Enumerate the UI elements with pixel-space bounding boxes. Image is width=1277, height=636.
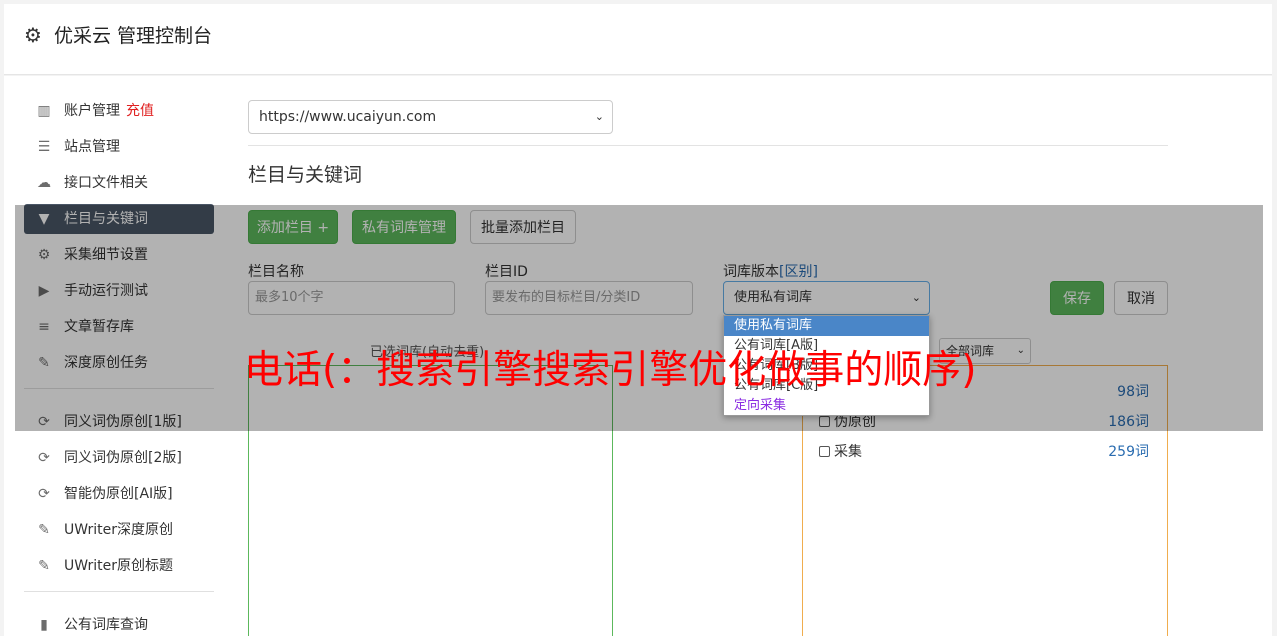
sidebar-item-label: 公有词库查询 [64,617,148,633]
dropdown-option[interactable]: 公有词库[B版] [724,356,929,376]
app-title: 优采云 管理控制台 [54,25,213,47]
sidebar-item-label: 智能伪原创[AI版] [64,486,173,502]
sidebar-item-public-lib-query[interactable]: ▮ 公有词库查询 [24,610,214,636]
sidebar-item-label: UWriter原创标题 [64,558,173,574]
lib-item-count: 259词 [1108,444,1149,460]
lib-item[interactable]: 采集 259词 [819,442,1149,462]
sidebar-item-label: 站点管理 [64,139,120,155]
sidebar-item-label: UWriter深度原创 [64,522,173,538]
chevron-down-icon: ⌄ [594,110,604,123]
divider [248,145,1168,146]
sidebar-item-uwriter-title[interactable]: ✎ UWriter原创标题 [24,551,214,581]
recharge-link[interactable]: 充值 [126,103,154,119]
bar-chart-icon: ▥ [37,103,51,119]
edit-icon: ✎ [38,558,50,574]
sidebar-item-label: 账户管理 [64,103,120,119]
sidebar-item-account[interactable]: ▥ 账户管理 充值 [24,96,214,126]
dropdown-option[interactable]: 公有词库[C版] [724,376,929,396]
server-icon: ☰ [37,139,51,155]
book-icon: ▮ [40,617,48,633]
refresh-icon: ⟳ [38,450,50,466]
dropdown-option[interactable]: 定向采集 [724,396,929,416]
dropdown-option[interactable]: 使用私有词库 [724,316,929,336]
section-title: 栏目与关键词 [248,164,363,186]
cloud-upload-icon: ☁ [37,175,51,191]
sidebar-item-synonym-v2[interactable]: ⟳ 同义词伪原创[2版] [24,443,214,473]
site-select[interactable]: https://www.ucaiyun.com ⌄ [248,100,613,134]
gear-icon: ⚙ [24,23,42,47]
header: ⚙ 优采云 管理控制台 [4,4,1272,75]
sidebar-item-label: 接口文件相关 [64,175,148,191]
edit-icon: ✎ [38,522,50,538]
version-dropdown[interactable]: 使用私有词库 公有词库[A版] 公有词库[B版] 公有词库[C版] 定向采集 [723,315,930,416]
sidebar-item-uwriter-original[interactable]: ✎ UWriter深度原创 [24,515,214,545]
modal-backdrop [15,205,1263,431]
sidebar-item-label: 同义词伪原创[2版] [64,450,182,466]
sidebar-item-ai-rewrite[interactable]: ⟳ 智能伪原创[AI版] [24,479,214,509]
checkbox[interactable] [819,446,830,457]
sidebar-divider [24,591,214,592]
sidebar-item-interface-files[interactable]: ☁ 接口文件相关 [24,168,214,198]
sidebar-item-sites[interactable]: ☰ 站点管理 [24,132,214,162]
refresh-icon: ⟳ [38,486,50,502]
dropdown-option[interactable]: 公有词库[A版] [724,336,929,356]
site-select-value: https://www.ucaiyun.com [259,109,437,125]
lib-item-name: 采集 [834,444,862,460]
